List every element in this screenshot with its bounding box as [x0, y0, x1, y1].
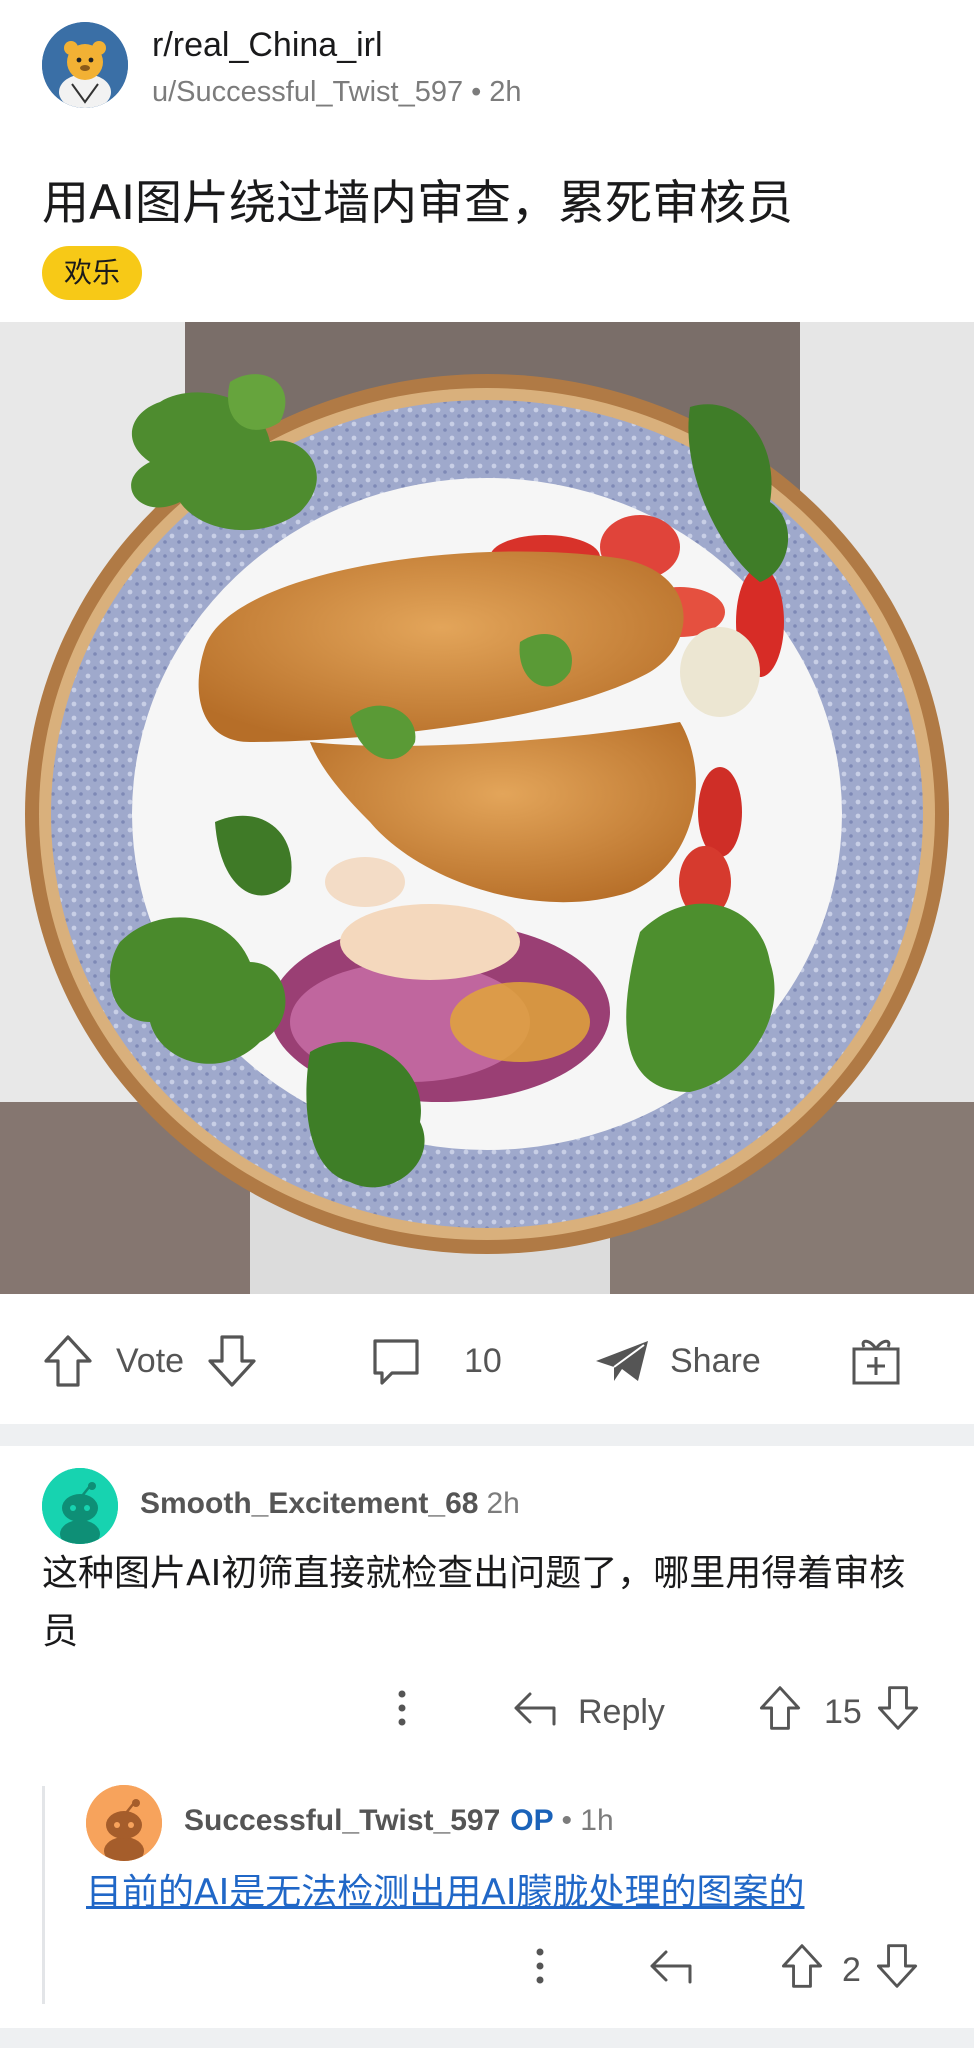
speech-bubble-icon — [370, 1335, 422, 1387]
comment-avatar[interactable] — [42, 1468, 118, 1544]
section-divider — [0, 1424, 974, 1446]
reply-button[interactable]: Reply — [512, 1672, 665, 1752]
subreddit-avatar[interactable] — [42, 22, 128, 108]
reply-arrow-icon — [648, 1946, 694, 1995]
reply-arrow-icon — [512, 1688, 558, 1737]
post-image[interactable] — [0, 322, 974, 1294]
reply-action-bar: 2 — [0, 1930, 974, 2010]
vote-label: Vote — [116, 1341, 185, 1380]
post-author[interactable]: u/Successful_Twist_597 — [152, 76, 463, 108]
meta-separator: • — [471, 76, 482, 108]
reply-label: Reply — [578, 1692, 665, 1731]
comment-score: 15 — [824, 1692, 862, 1731]
comment-count: 10 — [464, 1341, 502, 1380]
bottom-divider — [0, 2028, 974, 2048]
comment-time: 2h — [486, 1487, 520, 1520]
vote-control: Vote — [42, 1296, 258, 1426]
vertical-dots-icon — [392, 1688, 412, 1737]
downvote-icon[interactable] — [876, 1684, 920, 1741]
comment-vote-control: 15 — [758, 1672, 920, 1752]
post-meta: u/Successful_Twist_597 • 2h — [152, 76, 522, 109]
post-flair[interactable]: 欢乐 — [42, 246, 143, 300]
gift-box-icon — [850, 1335, 902, 1387]
share-button[interactable]: Share — [594, 1296, 761, 1426]
reply-body-link[interactable]: 目前的AI是无法检测出用AI朦胧处理的图案的 — [86, 1864, 805, 1922]
reply-vote-control: 2 — [780, 1930, 919, 2010]
share-label: Share — [670, 1341, 761, 1380]
comment-username[interactable]: Smooth_Excitement_68 — [140, 1487, 478, 1520]
comments-button[interactable]: 10 — [370, 1296, 502, 1426]
post-time: 2h — [489, 76, 522, 108]
vertical-dots-icon — [530, 1946, 550, 1995]
comment-action-bar: Reply 15 — [0, 1672, 974, 1752]
more-options-button[interactable] — [392, 1672, 412, 1752]
downvote-icon[interactable] — [875, 1942, 919, 1999]
downvote-icon[interactable] — [206, 1333, 258, 1389]
reply-button[interactable] — [648, 1930, 694, 2010]
comment-body: 这种图片AI初筛直接就检查出问题了，哪里用得着审核员 — [42, 1553, 906, 1652]
reply-avatar[interactable] — [86, 1785, 162, 1861]
reply-username[interactable]: Successful_Twist_597 — [184, 1804, 500, 1837]
upvote-icon[interactable] — [42, 1333, 94, 1389]
upvote-icon[interactable] — [780, 1942, 824, 1999]
more-options-button[interactable] — [530, 1930, 550, 2010]
upvote-icon[interactable] — [758, 1684, 802, 1741]
award-button[interactable] — [850, 1296, 902, 1426]
post-action-bar: Vote 10 Share — [0, 1296, 974, 1426]
reply-score: 2 — [842, 1950, 861, 1989]
subreddit-name[interactable]: r/real_China_irl — [152, 26, 383, 65]
paper-plane-icon — [594, 1337, 650, 1385]
reply-meta: Successful_Twist_597 OP • 1h — [184, 1804, 614, 1838]
post-title[interactable]: 用AI图片绕过墙内审查，累死审核员 — [42, 164, 793, 233]
reply-time: • 1h — [561, 1804, 614, 1837]
comment-meta: Smooth_Excitement_68 2h — [140, 1487, 520, 1521]
op-badge: OP — [510, 1804, 554, 1837]
